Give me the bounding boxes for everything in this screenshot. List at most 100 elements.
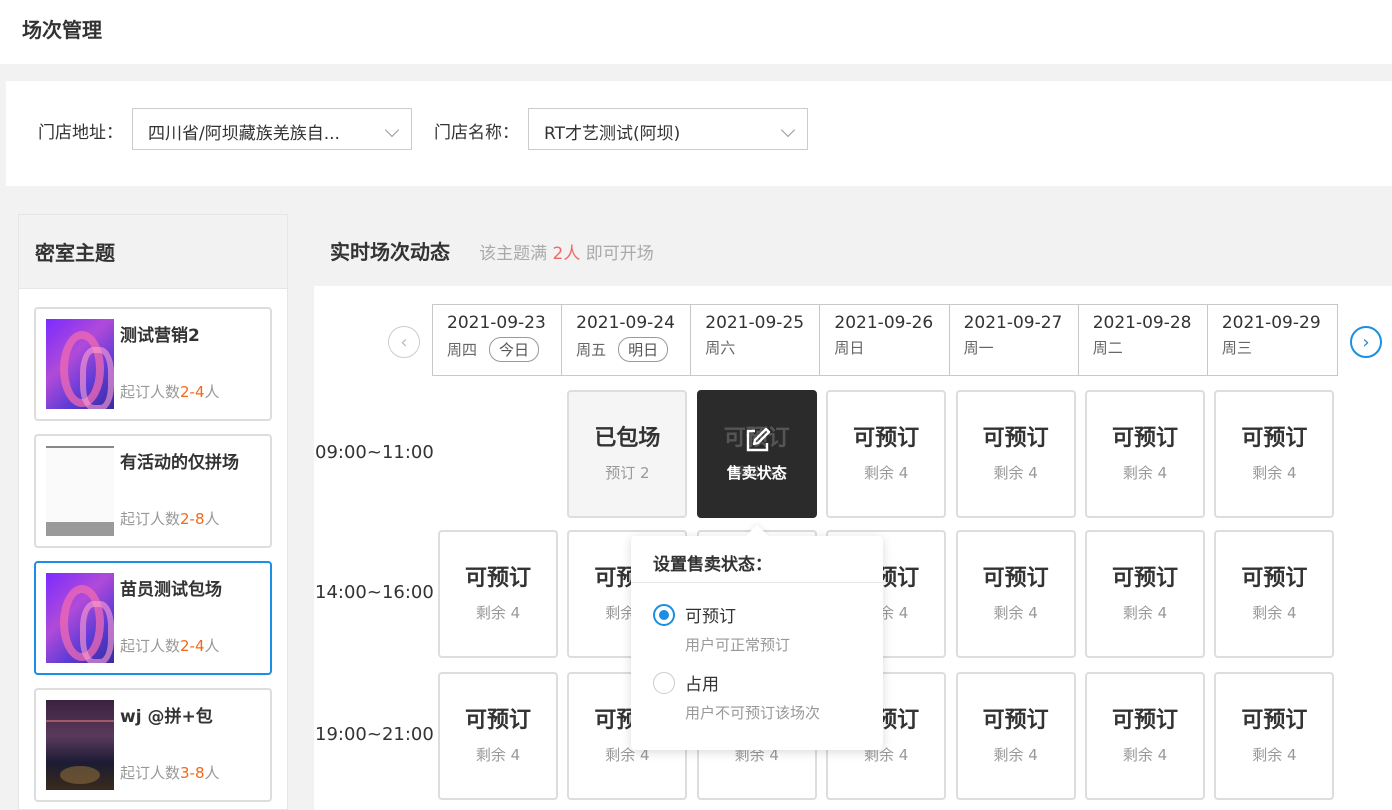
date-tab[interactable]: 2021-09-24 周五 明日 [562, 305, 692, 375]
schedule-title: 实时场次动态 [330, 240, 450, 264]
capacity-prefix: 起订人数 [120, 510, 181, 528]
store-select[interactable]: RT才艺测试(阿坝) [528, 108, 808, 150]
capacity-range: 2-4 [180, 383, 205, 401]
date-tab[interactable]: 2021-09-25 周六 [691, 305, 821, 375]
slot-status: 可预订 [982, 426, 1049, 451]
theme-card[interactable]: 测试营销2 起订人数2-4人 [34, 307, 272, 421]
prev-week-button[interactable]: ‹ [388, 326, 420, 358]
sale-status-label: 售卖状态 [726, 463, 787, 482]
capacity-unit: 人 [204, 383, 220, 401]
theme-name: wj @拼+包 [120, 707, 213, 727]
address-select[interactable]: 四川省/阿坝藏族羌族自... [132, 108, 412, 150]
date-value: 2021-09-26 [834, 313, 934, 333]
edit-icon [742, 426, 772, 456]
time-slot-label: 19:00~21:00 [315, 724, 434, 745]
slot-status: 已包场 [594, 426, 661, 451]
session-slot[interactable]: 可预订剩余 4 [438, 530, 558, 658]
weekday: 周二 [1092, 339, 1123, 357]
session-slot[interactable]: 可预订剩余 4 [955, 530, 1076, 658]
weekday: 周一 [963, 339, 994, 357]
option-available-desc: 用户可正常预订 [685, 636, 791, 654]
slot-remaining: 剩余 4 [1122, 604, 1168, 622]
capacity-unit: 人 [204, 637, 220, 655]
session-slot[interactable]: 可预订剩余 4 [1214, 672, 1335, 800]
slot-status: 可预订 [1241, 426, 1308, 451]
date-tab[interactable]: 2021-09-29 周三 [1208, 305, 1337, 375]
theme-name: 测试营销2 [120, 326, 200, 346]
slot-status: 可预订 [982, 708, 1049, 733]
day-tag: 明日 [618, 337, 669, 362]
theme-name: 有活动的仅拼场 [120, 453, 239, 473]
slot-remaining: 剩余 4 [1252, 604, 1297, 622]
date-tab[interactable]: 2021-09-26 周日 [820, 305, 950, 375]
address-select-value: 四川省/阿坝藏族羌族自... [148, 124, 340, 144]
next-week-button[interactable]: › [1350, 326, 1382, 358]
date-value: 2021-09-28 [1092, 313, 1192, 333]
session-slot[interactable]: 可预订剩余 4 [955, 672, 1076, 800]
theme-panel-title: 密室主题 [19, 215, 287, 289]
date-value: 2021-09-25 [705, 313, 805, 333]
slot-remaining: 剩余 4 [993, 746, 1038, 764]
weekday: 周日 [834, 339, 865, 357]
date-bar: 2021-09-23 周四 今日 2021-09-24 周五 明日 2021-09-25 周六… [432, 304, 1338, 376]
slot-status: 可预订 [982, 566, 1049, 591]
session-slot[interactable]: 可预订剩余 4 [1085, 672, 1205, 800]
radio-occupied[interactable] [653, 672, 675, 694]
date-tab[interactable]: 2021-09-28 周二 [1079, 305, 1208, 375]
date-weekday-row: 周五 明日 [576, 337, 676, 362]
slot-remaining: 剩余 4 [1122, 746, 1168, 764]
session-slot[interactable]: 可预订剩余 4 [955, 390, 1076, 518]
capacity-range: 3-8 [180, 764, 205, 782]
session-slot[interactable]: 可预订 剩余 4 售卖状态 [696, 390, 817, 518]
session-slot[interactable]: 已包场 预订 2 [567, 390, 688, 518]
date-value: 2021-09-24 [576, 313, 675, 333]
theme-card[interactable]: 苗员测试包场 起订人数2-4人 [34, 561, 272, 675]
slot-remaining: 剩余 4 [993, 464, 1038, 482]
session-slot[interactable]: 可预订剩余 4 [1085, 390, 1205, 518]
hint-prefix: 该主题满 [479, 244, 553, 264]
capacity-prefix: 起订人数 [120, 637, 181, 655]
slot-remaining: 剩余 4 [475, 746, 521, 764]
slot-remaining: 剩余 4 [1122, 464, 1168, 482]
time-slot-label: 09:00~11:00 [315, 442, 434, 463]
session-slot[interactable]: 可预订剩余 4 [826, 390, 947, 518]
capacity-unit: 人 [204, 510, 220, 528]
theme-card[interactable]: 有活动的仅拼场 起订人数2-8人 [34, 434, 272, 548]
theme-capacity: 起订人数3-8人 [120, 762, 220, 783]
session-slot[interactable]: 可预订剩余 4 [438, 672, 558, 800]
theme-panel: 密室主题 测试营销2 起订人数2-4人 有活动的仅拼场 起订人数2-8人 苗员测试包场起… [18, 214, 288, 810]
capacity-prefix: 起订人数 [120, 764, 181, 782]
slot-remaining: 剩余 4 [1252, 746, 1297, 764]
date-weekday-row: 周三 [1222, 337, 1323, 358]
sale-status-overlay[interactable]: 售卖状态 [699, 392, 815, 516]
theme-thumbnail [46, 446, 114, 536]
option-occupied-label: 占用 [685, 675, 719, 695]
session-slot[interactable]: 可预订剩余 4 [1214, 530, 1335, 658]
date-tab[interactable]: 2021-09-27 周一 [950, 305, 1079, 375]
slot-remaining: 剩余 4 [864, 464, 909, 482]
slot-status: 可预订 [1241, 566, 1308, 591]
date-value: 2021-09-29 [1221, 313, 1321, 333]
date-value: 2021-09-27 [963, 313, 1063, 333]
date-weekday-row: 周六 [705, 337, 805, 358]
slot-status: 可预订 [464, 708, 531, 733]
radio-available[interactable] [653, 604, 675, 626]
slot-remaining: 剩余 4 [475, 604, 521, 622]
weekday: 周五 [576, 341, 607, 359]
date-weekday-row: 周二 [1093, 337, 1193, 358]
theme-name: 苗员测试包场 [120, 580, 222, 600]
time-slot-label: 14:00~16:00 [315, 582, 434, 603]
theme-capacity: 起订人数2-4人 [120, 635, 220, 656]
slot-status: 可预订 [1111, 566, 1178, 591]
session-slot[interactable]: 可预订剩余 4 [1214, 390, 1335, 518]
date-tab[interactable]: 2021-09-23 周四 今日 [433, 305, 563, 375]
theme-card[interactable]: wj @拼+包 起订人数3-8人 [34, 688, 272, 802]
session-slot[interactable]: 可预订剩余 4 [1085, 530, 1205, 658]
slot-status: 可预订 [1111, 426, 1178, 451]
schedule-hint: 该主题满 2人 即可开场 [479, 239, 654, 264]
slot-status: 可预订 [1111, 708, 1178, 733]
hint-count: 2人 [552, 244, 581, 264]
chevron-right-icon: › [1362, 331, 1370, 353]
weekday: 周四 [447, 341, 478, 359]
store-label: 门店名称： [434, 123, 519, 143]
